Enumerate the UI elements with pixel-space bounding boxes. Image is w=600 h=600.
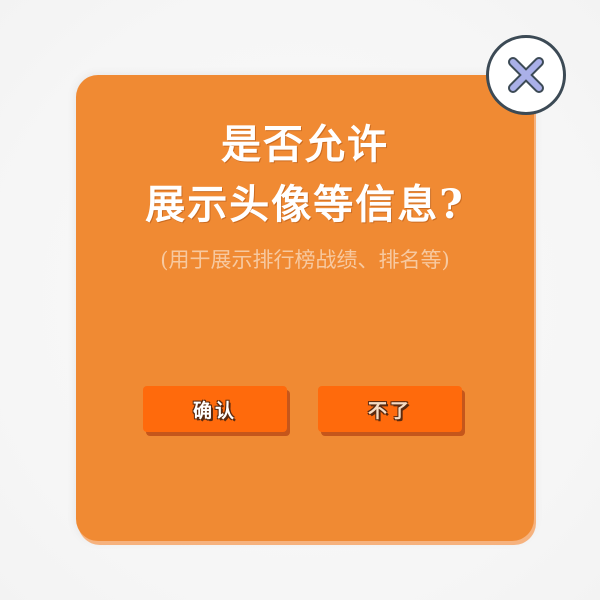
decline-button-label: 不了 (367, 399, 412, 422)
close-button[interactable] (486, 35, 566, 115)
dialog-title: 是否允许 展示头像等信息? (76, 115, 534, 235)
dialog-subtitle: (用于展示排行榜战绩、排名等) (160, 248, 450, 272)
permission-dialog: 是否允许 展示头像等信息? (用于展示排行榜战绩、排名等) 确认 不了 (76, 75, 534, 541)
dialog-title-line-1: 是否允许 (221, 121, 389, 168)
confirm-button[interactable]: 确认 (143, 386, 287, 432)
confirm-button-label: 确认 (192, 399, 237, 422)
dialog-title-line-2: 展示头像等信息? (145, 181, 465, 228)
close-icon (504, 53, 548, 97)
decline-button[interactable]: 不了 (318, 386, 462, 432)
